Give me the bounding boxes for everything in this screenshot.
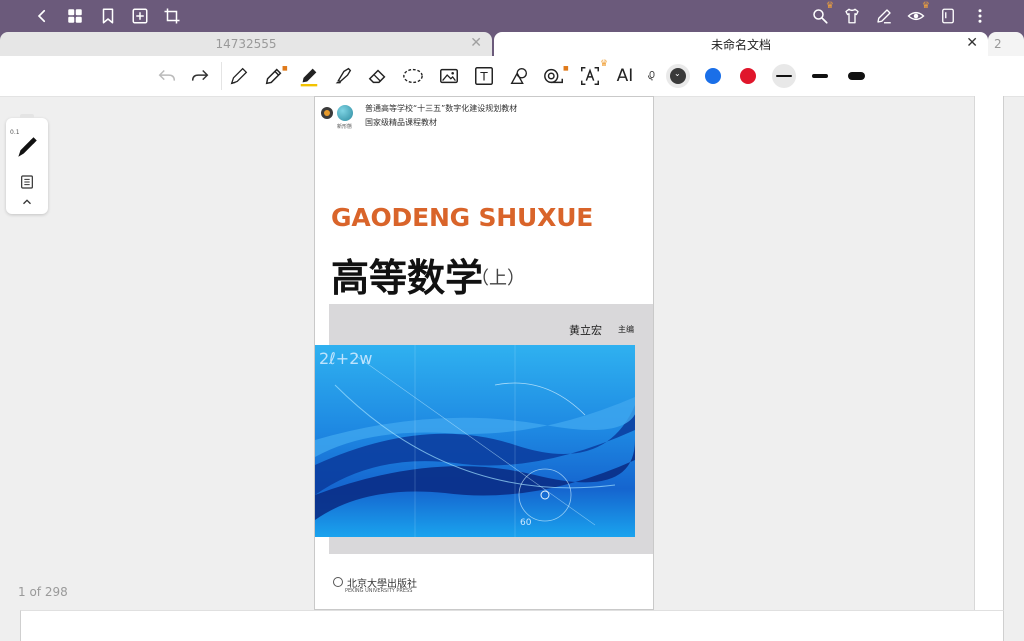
globe-logo-icon	[337, 105, 353, 121]
lasso-select-icon[interactable]	[401, 64, 425, 88]
panel-handle[interactable]	[20, 114, 34, 118]
art-formula: 2ℓ+2w	[319, 349, 373, 368]
author-name: 黄立宏	[569, 324, 602, 337]
volume-label: （上）	[471, 268, 525, 289]
cover-artwork: 2ℓ+2w 60	[315, 345, 635, 537]
microphone-icon[interactable]	[646, 64, 658, 88]
collapse-chevron-icon[interactable]	[20, 194, 34, 208]
publisher-seal-icon	[333, 577, 343, 587]
grid-view-icon[interactable]	[63, 4, 87, 28]
eye-view-icon[interactable]: ♛	[904, 1, 930, 28]
close-tab-icon[interactable]: ✕	[470, 35, 482, 51]
series-logo-icon	[321, 107, 333, 119]
romanized-title: GAODENG SHUXUE	[331, 203, 594, 232]
tab-label: 未命名文档	[710, 37, 771, 52]
notebook-icon[interactable]	[936, 4, 960, 28]
tab-document-2[interactable]: 未命名文档 ✕	[494, 32, 988, 56]
crown-icon: ♛	[600, 59, 609, 69]
ocr-text-icon[interactable]	[578, 64, 602, 88]
edit-pen-icon[interactable]	[872, 4, 896, 28]
vip-badge-icon: ■	[563, 65, 569, 72]
tab-count: 2	[994, 37, 1002, 51]
annotation-toolbar: ■ T ■ ♛ AI ⌄	[0, 56, 1024, 97]
image-insert-icon[interactable]	[437, 64, 461, 88]
theme-shirt-icon[interactable]	[840, 4, 864, 28]
series-line-2: 国家级精品课程教材	[365, 118, 437, 127]
crown-icon: ♛	[921, 1, 930, 11]
art-number: 60	[520, 518, 532, 528]
page-counter: 1 of 298	[18, 585, 68, 599]
tab-document-1[interactable]: 14732555 ✕	[0, 32, 492, 56]
add-page-icon[interactable]	[128, 4, 152, 28]
page-thumbnail-icon[interactable]	[19, 174, 35, 190]
tab-overflow[interactable]: 2	[988, 32, 1024, 56]
author-role: 主编	[618, 325, 634, 334]
publisher-english: PEKING UNIVERSITY PRESS	[345, 588, 413, 594]
crown-icon: ♛	[825, 1, 834, 11]
series-line-1: 普通高等学校“十三五”数字化建设规划教材	[365, 104, 518, 113]
stroke-thin-icon	[776, 75, 792, 77]
following-page-edge	[20, 610, 1004, 641]
toolbar-divider	[221, 62, 222, 90]
text-box-icon[interactable]: T	[472, 64, 496, 88]
tab-label: 14732555	[215, 37, 277, 51]
highlighter-icon[interactable]	[331, 64, 355, 88]
crop-icon[interactable]	[160, 4, 184, 28]
close-tab-icon[interactable]: ✕	[966, 35, 978, 51]
ai-label: AI	[616, 66, 634, 86]
color-red-swatch[interactable]	[740, 68, 756, 84]
pdf-page[interactable]: 新形態 普通高等学校“十三五”数字化建设规划教材 国家级精品课程教材 GAODE…	[314, 96, 654, 610]
book-title: 高等数学	[331, 255, 484, 300]
logo-caption: 新形態	[337, 124, 353, 130]
document-tabs: 14732555 ✕ 未命名文档 ✕ 2	[0, 32, 1024, 56]
vip-badge-icon: ■	[282, 65, 288, 72]
stroke-medium-option[interactable]	[812, 74, 828, 78]
color-blue-swatch[interactable]	[705, 68, 721, 84]
active-pen-icon[interactable]	[14, 134, 40, 160]
more-menu-icon[interactable]	[968, 4, 992, 28]
stroke-thick-option[interactable]	[848, 72, 865, 80]
eraser-icon[interactable]	[366, 64, 390, 88]
text-tool-letter: T	[479, 70, 488, 84]
chevron-down-icon: ⌄	[674, 69, 681, 78]
undo-icon[interactable]	[155, 64, 179, 88]
ai-assistant-button[interactable]: AI	[613, 64, 637, 88]
fountain-pen-icon[interactable]	[227, 64, 251, 88]
next-page-edge	[974, 96, 1004, 610]
marker-pen-icon[interactable]	[297, 64, 321, 88]
pen-quick-panel: 0.1	[6, 114, 48, 214]
redo-icon[interactable]	[188, 64, 212, 88]
back-icon[interactable]	[30, 4, 54, 28]
search-icon[interactable]: ♛	[808, 1, 834, 28]
bookmark-icon[interactable]	[96, 4, 120, 28]
shapes-icon[interactable]	[507, 64, 531, 88]
app-top-bar: ♛ ♛	[0, 0, 1024, 32]
